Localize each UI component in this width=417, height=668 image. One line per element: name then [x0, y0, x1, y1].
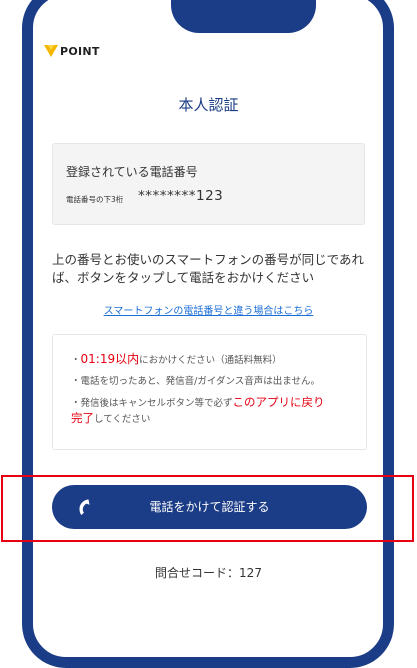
last-digits-label: 電話番号の下3桁: [66, 195, 124, 204]
instruction-text: 上の番号とお使いのスマートフォンの番号が同じであれば、ボタンをタップして電話をお…: [52, 252, 365, 285]
y-mark-icon: [44, 45, 58, 57]
page-title: 本人認証: [178, 96, 239, 114]
notice-box: ・01:19以内におかけください（通話料無料） ・電話を切ったあと、発信音/ガイ…: [52, 334, 367, 450]
notice-return-app: ・発信後はキャンセルボタン等で必ずこのアプリに戻り 完了してください: [71, 395, 325, 425]
call-button-label: 電話をかけて認証する: [149, 500, 270, 514]
different-number-link[interactable]: スマートフォンの電話番号と違う場合はこちら: [0, 302, 417, 317]
brand-label: POINT: [60, 44, 100, 58]
phone-notch: [171, 0, 316, 33]
notice-no-tone: ・電話を切ったあと、発信音/ガイダンス音声は出ません。: [71, 376, 320, 387]
return-app-emphasis: このアプリに戻り: [232, 395, 325, 409]
last-digits-value: ********123: [138, 188, 224, 204]
registered-phone-card: 登録されている電話番号 電話番号の下3桁 ********123: [52, 143, 365, 225]
time-limit-emphasis: 01:19以内: [80, 352, 140, 366]
brand-logo: POINT: [44, 44, 100, 58]
complete-emphasis: 完了: [71, 411, 94, 425]
registered-phone-heading: 登録されている電話番号: [66, 165, 198, 179]
call-to-verify-button[interactable]: 電話をかけて認証する: [52, 485, 367, 529]
inquiry-code: 問合せコード：127: [155, 566, 262, 580]
notice-time-limit: ・01:19以内におかけください（通話料無料）: [71, 352, 282, 367]
